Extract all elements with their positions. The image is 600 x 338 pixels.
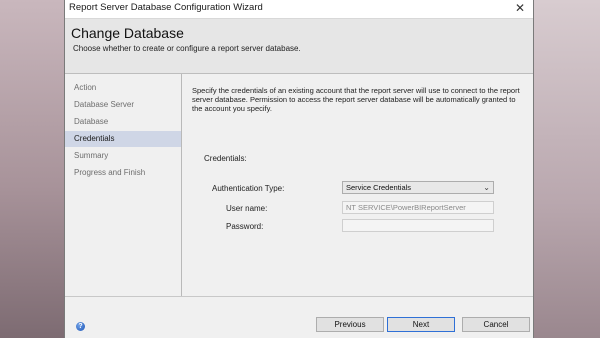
cancel-button[interactable]: Cancel — [462, 317, 530, 332]
credentials-description: Specify the credentials of an existing a… — [192, 86, 520, 113]
username-field[interactable] — [342, 201, 494, 214]
title-bar: Report Server Database Configuration Wiz… — [65, 0, 533, 19]
auth-type-value: Service Credentials — [346, 183, 412, 192]
wizard-content: Action Database Server Database Credenti… — [65, 74, 533, 297]
page-subtitle: Choose whether to create or configure a … — [73, 44, 301, 53]
nav-item-database-server[interactable]: Database Server — [65, 97, 181, 113]
nav-item-summary[interactable]: Summary — [65, 148, 181, 164]
nav-item-credentials[interactable]: Credentials — [65, 131, 181, 147]
wizard-steps-nav: Action Database Server Database Credenti… — [65, 74, 182, 296]
auth-type-dropdown[interactable]: Service Credentials ⌄ — [342, 181, 494, 194]
desktop-background-right — [534, 0, 600, 338]
previous-button-label: Previous — [334, 320, 366, 329]
cancel-button-label: Cancel — [483, 320, 509, 329]
wizard-window: Report Server Database Configuration Wiz… — [64, 0, 534, 338]
chevron-down-icon: ⌄ — [483, 183, 490, 192]
nav-item-progress-and-finish[interactable]: Progress and Finish — [65, 165, 181, 181]
next-button[interactable]: Next — [387, 317, 455, 332]
desktop-background-left — [0, 0, 64, 338]
auth-type-label: Authentication Type: — [212, 184, 285, 193]
nav-item-database[interactable]: Database — [65, 114, 181, 130]
username-label: User name: — [226, 204, 268, 213]
nav-item-action[interactable]: Action — [65, 80, 181, 96]
page-title: Change Database — [71, 25, 184, 41]
help-icon[interactable]: ? — [76, 322, 85, 331]
wizard-footer: ? Previous Next Cancel — [65, 297, 533, 338]
previous-button[interactable]: Previous — [316, 317, 384, 332]
wizard-header: Change Database Choose whether to create… — [65, 19, 533, 74]
credentials-panel: Specify the credentials of an existing a… — [182, 74, 533, 296]
close-icon[interactable]: ✕ — [513, 1, 527, 15]
next-button-label: Next — [412, 320, 430, 329]
password-label: Password: — [226, 222, 264, 231]
password-field[interactable] — [342, 219, 494, 232]
credentials-heading: Credentials: — [204, 154, 247, 163]
window-title: Report Server Database Configuration Wiz… — [69, 2, 263, 13]
